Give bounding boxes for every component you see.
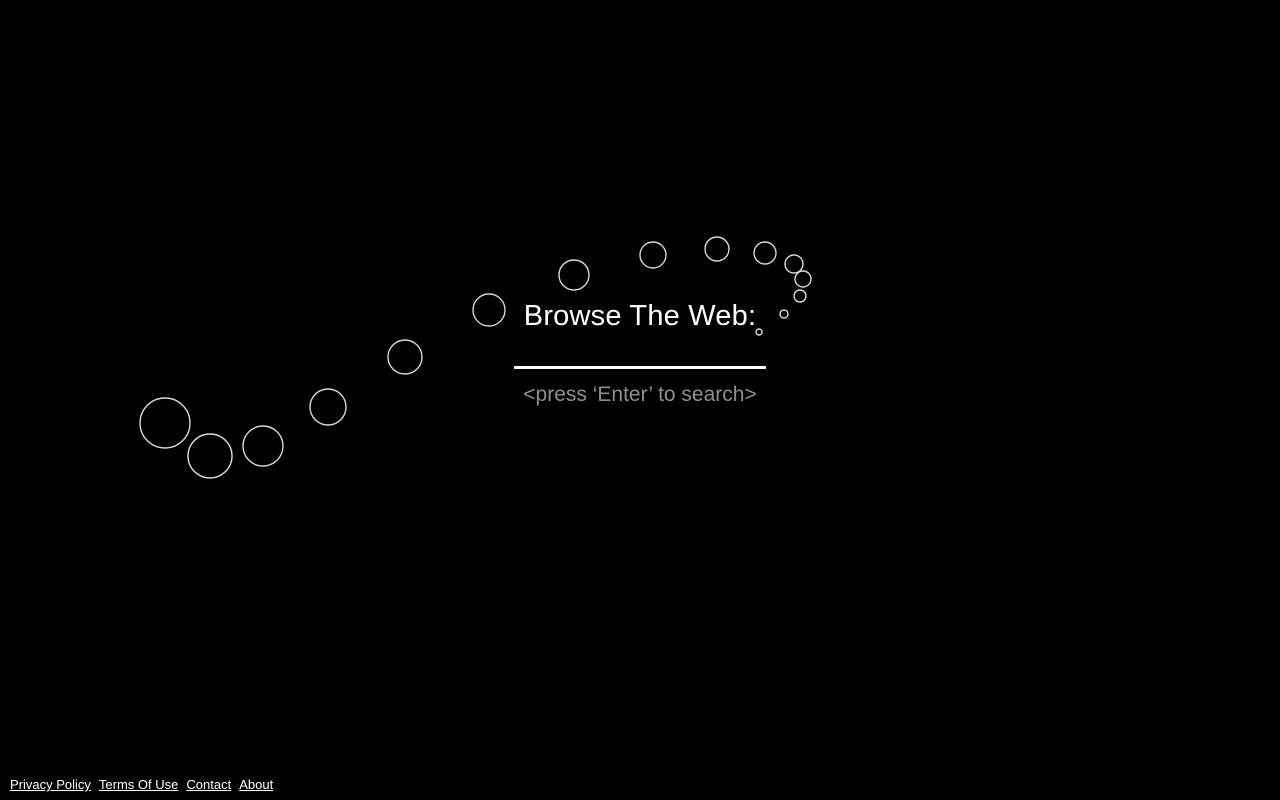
footer-link-privacy-policy[interactable]: Privacy Policy — [10, 777, 91, 792]
footer-link-about[interactable]: About — [239, 777, 273, 792]
search-block: Browse The Web: <press ‘Enter’ to search… — [0, 296, 1280, 408]
decorative-circle-11 — [784, 254, 804, 274]
decorative-circle-9 — [704, 236, 730, 262]
footer-link-contact[interactable]: Contact — [186, 777, 231, 792]
search-input[interactable] — [514, 355, 766, 369]
decorative-circle-12 — [794, 270, 812, 288]
page-title: Browse The Web: — [523, 300, 757, 332]
footer-links: Privacy Policy Terms Of Use Contact Abou… — [10, 777, 273, 792]
decorative-circle-2 — [187, 433, 233, 479]
search-hint-text: <press ‘Enter’ to search> — [523, 383, 757, 406]
search-field-wrapper — [514, 355, 766, 369]
decorative-circle-8 — [639, 241, 667, 269]
decorative-circle-3 — [242, 425, 284, 467]
decorative-circle-10 — [753, 241, 777, 265]
decorative-circle-7 — [558, 259, 590, 291]
footer-link-terms-of-use[interactable]: Terms Of Use — [99, 777, 178, 792]
